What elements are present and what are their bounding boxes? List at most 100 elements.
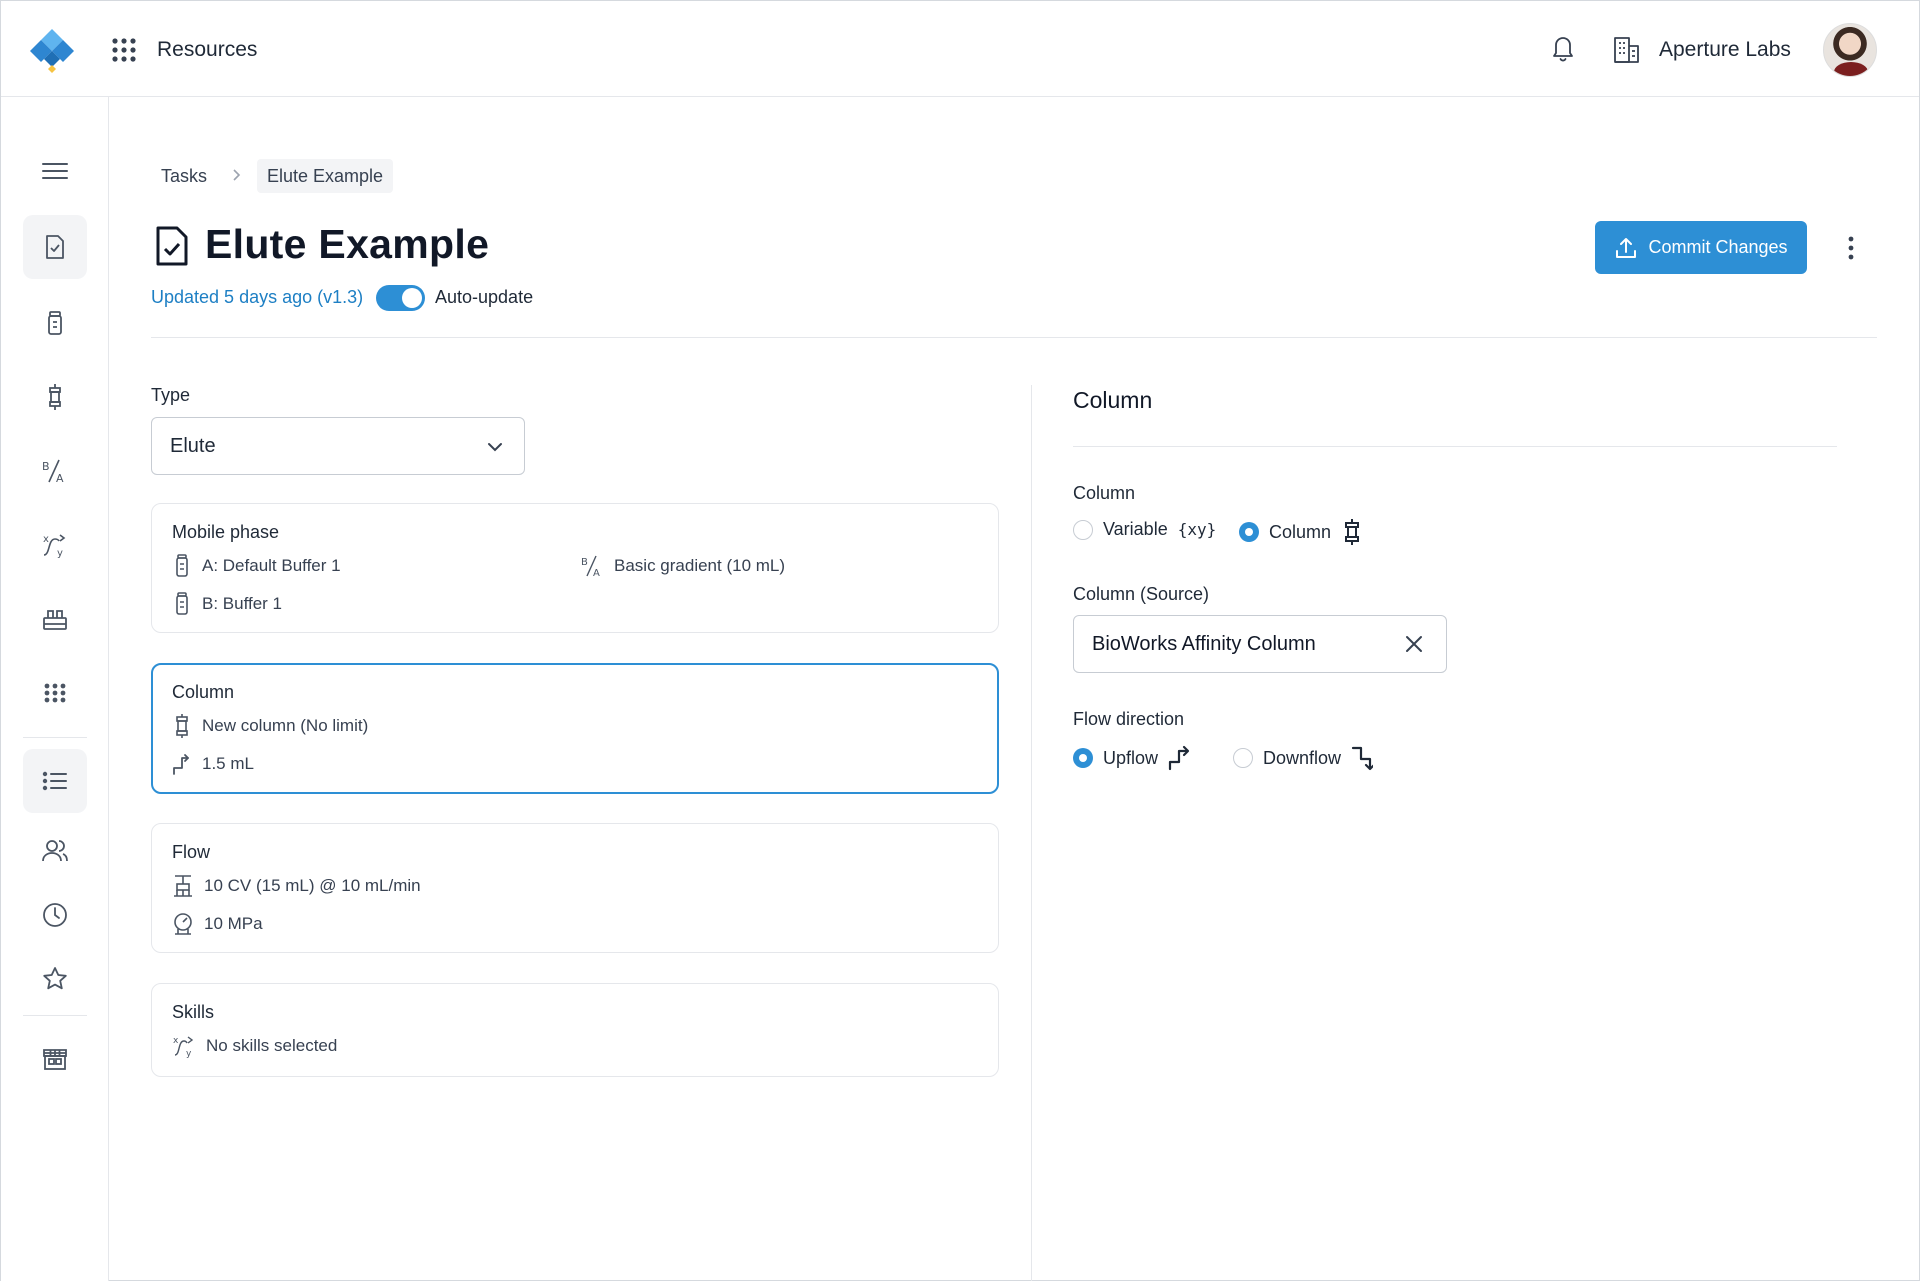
gradient-icon: BA	[581, 555, 600, 578]
chevron-right-icon	[233, 169, 241, 181]
pressure-text: 10 MPa	[204, 914, 263, 933]
page-title: Elute Example	[205, 221, 490, 267]
user-avatar[interactable]	[1823, 23, 1877, 77]
detail-panel-title: Column	[1073, 387, 1153, 413]
star-icon	[43, 967, 67, 990]
radio-button[interactable]	[1233, 748, 1253, 768]
sidebar-item-apps[interactable]	[23, 661, 87, 725]
detail-panel-divider	[1073, 446, 1837, 447]
radio-downflow-label: Downflow	[1263, 747, 1342, 768]
auto-update-label: Auto-update	[435, 287, 534, 307]
flow-rate-icon	[174, 875, 192, 897]
panel-divider	[1031, 385, 1032, 1281]
variable-xy-icon: {xy}	[1177, 520, 1217, 539]
skills-row: xy No skills selected	[172, 1034, 337, 1058]
radio-variable[interactable]: Variable {xy}	[1073, 519, 1216, 540]
organization-name[interactable]: Aperture Labs	[1659, 38, 1791, 62]
sidebar-item-history[interactable]	[23, 883, 87, 947]
svg-text:A: A	[56, 472, 64, 485]
radio-column[interactable]: Column	[1239, 519, 1363, 545]
type-select[interactable]: Elute	[151, 417, 525, 475]
skills-icon: xy	[43, 534, 66, 559]
sidebar-item-buffers[interactable]	[23, 291, 87, 355]
radio-button-selected[interactable]	[1239, 522, 1259, 542]
logo-icon[interactable]	[29, 27, 75, 73]
mobile-phase-card[interactable]: Mobile phase A: Default Buffer 1 B: Buff…	[151, 503, 999, 633]
sidebar-item-list[interactable]	[23, 749, 87, 813]
equipment-icon	[43, 610, 67, 630]
skills-card[interactable]: Skills xy No skills selected	[151, 983, 999, 1077]
flow-card[interactable]: Flow 10 CV (15 mL) @ 10 mL/min 10 MPa	[151, 823, 999, 953]
skills-icon: xy	[173, 1036, 194, 1058]
card-title: Column	[172, 682, 235, 702]
type-value: Elute	[170, 434, 216, 457]
sidebar-item-equipment[interactable]	[23, 587, 87, 651]
sidebar-divider	[23, 1015, 87, 1016]
column-text: New column (No limit)	[202, 716, 369, 735]
pressure-row: 10 MPa	[172, 912, 263, 936]
column-icon	[49, 384, 61, 410]
notification-bell-icon[interactable]	[1549, 33, 1577, 63]
commit-changes-label: Commit Changes	[1648, 237, 1788, 257]
commit-changes-button[interactable]: Commit Changes	[1595, 221, 1807, 274]
organization-building-icon	[1614, 37, 1639, 63]
column-card[interactable]: Column New column (No limit) 1.5 mL	[151, 663, 999, 794]
card-title: Mobile phase	[172, 522, 280, 542]
pressure-gauge-icon	[174, 913, 192, 935]
sidebar-menu-toggle[interactable]	[23, 139, 87, 203]
buffer-icon	[176, 592, 188, 615]
radio-button-selected[interactable]	[1073, 748, 1093, 768]
volume-row: 1.5 mL	[172, 752, 254, 776]
sidebar-item-tasks[interactable]	[23, 215, 87, 279]
sidebar-divider	[23, 737, 87, 738]
task-icon	[46, 235, 64, 259]
sidebar-item-skills[interactable]: xy	[23, 513, 87, 577]
upflow-arrow-icon	[1168, 745, 1190, 771]
radio-upflow[interactable]: Upflow	[1073, 745, 1190, 771]
svg-text:A: A	[593, 568, 600, 578]
radio-variable-label: Variable	[1103, 519, 1168, 539]
buffer-icon	[48, 311, 62, 335]
upload-icon	[1616, 237, 1637, 258]
flow-rate-text: 10 CV (15 mL) @ 10 mL/min	[204, 876, 421, 895]
sidebar-item-gradients[interactable]: BA	[23, 439, 87, 503]
sidebar-item-store[interactable]	[23, 1027, 87, 1091]
svg-text:x: x	[43, 534, 49, 545]
radio-downflow[interactable]: Downflow	[1233, 745, 1374, 771]
radio-button[interactable]	[1073, 519, 1093, 540]
sidebar-item-users[interactable]	[23, 819, 87, 883]
column-source-input[interactable]: BioWorks Affinity Column	[1073, 615, 1447, 673]
gradient-icon: BA	[42, 459, 64, 485]
breadcrumb-current: Elute Example	[257, 159, 394, 193]
store-icon	[43, 1049, 67, 1070]
card-title: Flow	[172, 842, 211, 862]
svg-text:y: y	[186, 1049, 192, 1058]
column-source-value: BioWorks Affinity Column	[1092, 632, 1316, 655]
buffer-b-text: B: Buffer 1	[202, 594, 283, 613]
downflow-arrow-icon	[1351, 746, 1374, 771]
app-grid-icon[interactable]	[111, 37, 137, 63]
type-label: Type	[151, 385, 191, 405]
radio-column-label: Column	[1269, 521, 1332, 542]
sidebar: BA xy	[1, 97, 109, 1281]
list-icon	[42, 771, 67, 791]
sidebar-item-columns[interactable]	[23, 365, 87, 429]
auto-update-toggle[interactable]	[376, 285, 425, 311]
more-options-icon[interactable]	[1839, 233, 1863, 263]
card-title: Skills	[172, 1002, 215, 1022]
clear-icon[interactable]	[1403, 633, 1425, 655]
top-bar: Resources Aperture Labs	[1, 1, 1919, 97]
sidebar-item-favorites[interactable]	[23, 947, 87, 1011]
breadcrumb-tasks[interactable]: Tasks	[161, 159, 207, 193]
clock-icon	[43, 903, 67, 927]
flow-direction-label: Flow direction	[1073, 709, 1185, 729]
header-divider	[151, 337, 1877, 338]
svg-text:y: y	[57, 548, 63, 559]
version-info-link[interactable]: Updated 5 days ago (v1.3)	[151, 287, 363, 308]
column-icon	[1345, 519, 1360, 545]
buffer-a-text: A: Default Buffer 1	[202, 556, 341, 575]
column-row: New column (No limit)	[172, 714, 368, 738]
task-document-icon	[156, 226, 188, 266]
svg-text:B: B	[42, 460, 50, 473]
menu-icon	[42, 163, 68, 179]
